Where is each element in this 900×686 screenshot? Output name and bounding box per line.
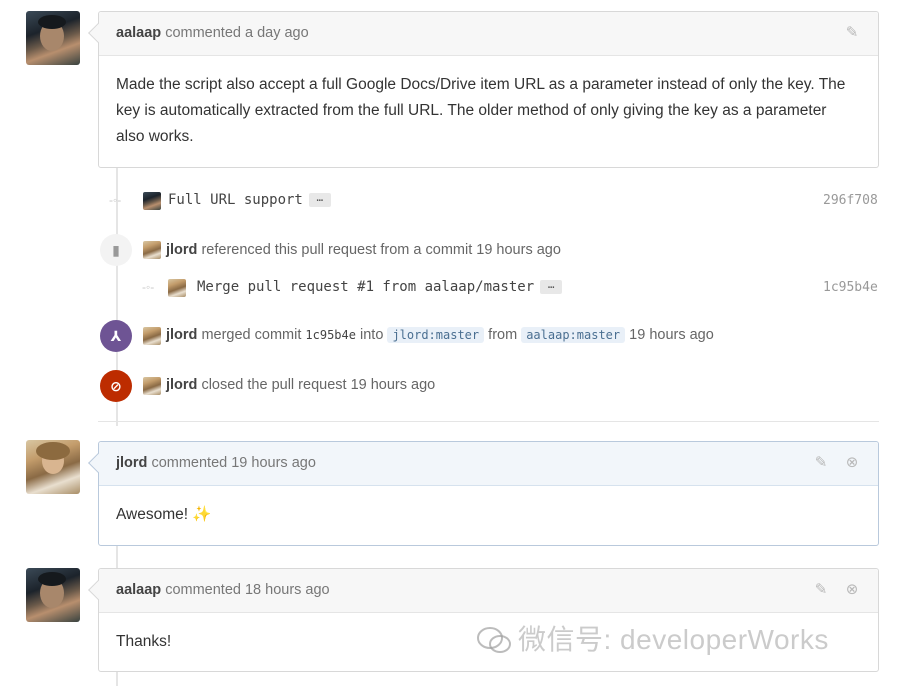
comment-action: commented 18 hours ago — [165, 582, 330, 598]
event-text: into — [360, 327, 384, 343]
pencil-icon[interactable]: ✎ — [812, 581, 830, 599]
close-event: jlord closed the pull request 19 hours a… — [166, 377, 435, 393]
git-commit-icon: -◦- — [109, 193, 122, 207]
comment-aalaap-1: aalaap commented a day ago ✎ Made the sc… — [88, 11, 879, 168]
commit-sha[interactable]: 1c95b4e — [823, 280, 878, 295]
avatar-jlord-mini[interactable] — [168, 279, 186, 297]
pencil-icon[interactable]: ✎ — [812, 454, 830, 472]
merge-commit-sha[interactable]: 1c95b4e — [305, 328, 356, 342]
avatar-aalaap[interactable] — [26, 11, 80, 65]
event-time: 19 hours ago — [629, 327, 714, 343]
comment-header: aalaap commented 18 hours ago ✎ ⊗ — [99, 569, 878, 613]
expand-commit-button[interactable]: … — [308, 192, 331, 207]
avatar-aalaap-mini[interactable] — [143, 192, 161, 210]
timeline-line — [116, 546, 118, 570]
x-circle-icon[interactable]: ⊗ — [843, 581, 861, 599]
event-text: from — [488, 327, 518, 343]
wechat-logo-icon — [476, 625, 512, 655]
head-branch[interactable]: aalaap:master — [521, 327, 626, 343]
sparkles-icon: ✨ — [192, 506, 212, 523]
comment-header: aalaap commented a day ago ✎ — [99, 12, 878, 56]
avatar-jlord-mini[interactable] — [143, 327, 161, 345]
x-circle-icon[interactable]: ⊗ — [843, 454, 861, 472]
event-text: closed the pull request 19 hours ago — [201, 377, 436, 393]
watermark-text: 微信号: developerWorks — [518, 624, 829, 655]
pencil-icon[interactable]: ✎ — [843, 24, 861, 42]
merge-event: jlord merged commit 1c95b4e into jlord:m… — [166, 327, 714, 343]
commit-message[interactable]: Merge pull request #1 from aalaap/master — [197, 279, 534, 295]
comment-author[interactable]: aalaap — [116, 582, 161, 598]
comment-action: commented a day ago — [165, 25, 309, 41]
comment-text: Awesome! — [116, 506, 189, 523]
comment-action: commented 19 hours ago — [151, 455, 316, 471]
comment-author[interactable]: jlord — [116, 455, 147, 471]
git-merge-icon: ⅄ — [100, 320, 132, 352]
base-branch[interactable]: jlord:master — [387, 327, 485, 343]
event-text: referenced this pull request from a comm… — [201, 242, 561, 258]
comment-author[interactable]: aalaap — [116, 25, 161, 41]
event-user[interactable]: jlord — [166, 327, 197, 343]
circle-slash-icon: ⊘ — [100, 370, 132, 402]
watermark: 微信号: developerWorks — [476, 618, 829, 658]
git-commit-icon: -◦- — [142, 280, 155, 294]
event-user[interactable]: jlord — [166, 377, 197, 393]
comment-jlord: jlord commented 19 hours ago ✎ ⊗ Awesome… — [88, 441, 879, 546]
reference-event: jlord referenced this pull request from … — [166, 242, 561, 258]
timeline-line — [116, 672, 118, 686]
commit-message[interactable]: Full URL support — [168, 192, 303, 208]
avatar-jlord-mini[interactable] — [143, 241, 161, 259]
comment-body: Made the script also accept a full Googl… — [116, 76, 846, 145]
avatar-jlord[interactable] — [26, 440, 80, 494]
avatar-aalaap[interactable] — [26, 568, 80, 622]
comment-header: jlord commented 19 hours ago ✎ ⊗ — [99, 442, 878, 486]
expand-commit-button[interactable]: … — [540, 279, 563, 294]
event-user[interactable]: jlord — [166, 242, 197, 258]
timeline-divider — [98, 421, 879, 422]
comment-body: Awesome! ✨ — [99, 486, 878, 546]
event-text: merged commit — [201, 327, 302, 343]
avatar-jlord-mini[interactable] — [143, 377, 161, 395]
commit-sha[interactable]: 296f708 — [823, 193, 878, 208]
bookmark-icon: ▮ — [100, 234, 132, 266]
